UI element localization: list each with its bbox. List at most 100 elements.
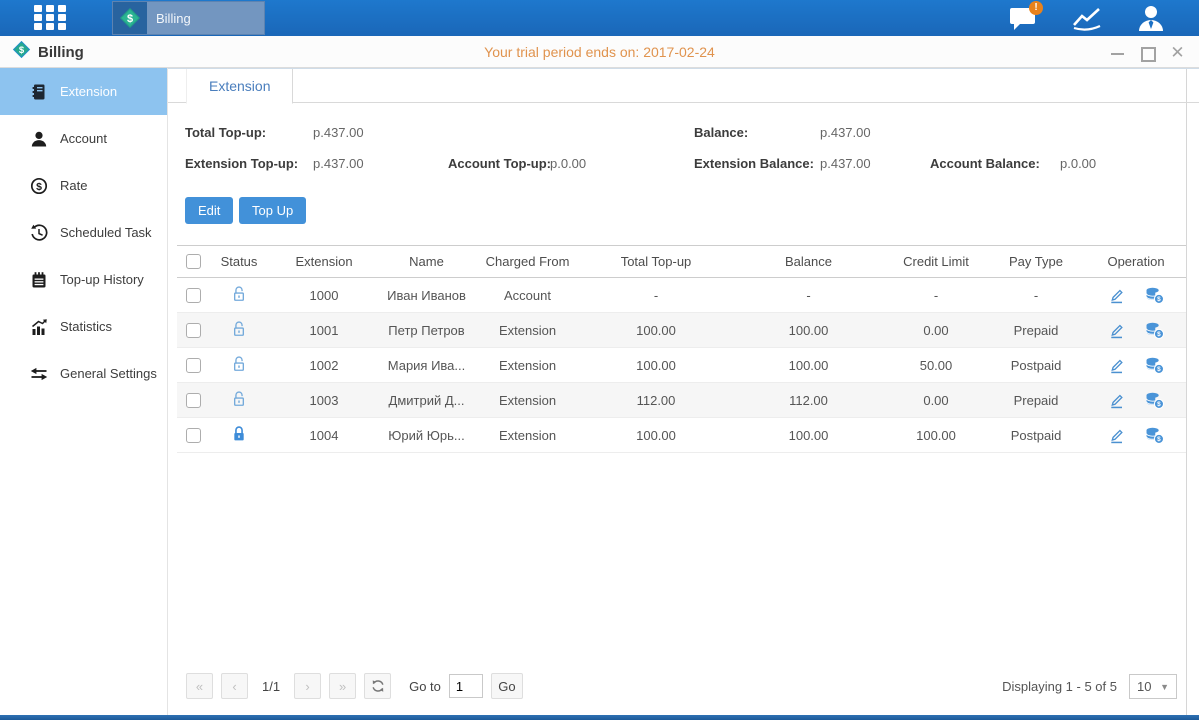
- sidebar-item-statistics[interactable]: Statistics: [0, 303, 167, 350]
- go-button[interactable]: Go: [491, 673, 523, 699]
- page-size-dropdown[interactable]: 10 ▼: [1129, 674, 1177, 699]
- credit-limit-cell: 100.00: [886, 428, 986, 443]
- balance-value: p.437.00: [820, 125, 871, 140]
- extension-topup-label: Extension Top-up:: [185, 156, 298, 171]
- topup-row-icon[interactable]: $: [1144, 321, 1165, 340]
- table-row[interactable]: 1000 Иван Иванов Account - - - - $: [177, 278, 1186, 313]
- sidebar-item-topup-history[interactable]: Top-up History: [0, 256, 167, 303]
- edit-button[interactable]: Edit: [185, 197, 233, 224]
- edit-row-icon[interactable]: [1107, 286, 1126, 305]
- table-row[interactable]: 1003 Дмитрий Д... Extension 112.00 112.0…: [177, 383, 1186, 418]
- total-topup-cell: -: [581, 288, 731, 303]
- sidebar-item-label: Extension: [60, 84, 117, 99]
- tab-strip: Extension: [168, 68, 1199, 103]
- topup-button[interactable]: Top Up: [239, 197, 306, 224]
- sidebar: Extension Account $ Rate Scheduled T: [0, 68, 168, 715]
- row-checkbox[interactable]: [186, 323, 201, 338]
- goto-label: Go to: [409, 679, 441, 694]
- table-row[interactable]: 1004 Юрий Юрь... Extension 100.00 100.00…: [177, 418, 1186, 453]
- status-cell: [209, 389, 269, 411]
- tab-extension-label: Extension: [209, 78, 270, 94]
- pay-type-cell: Prepaid: [986, 393, 1086, 408]
- sidebar-item-extension[interactable]: Extension: [0, 68, 167, 115]
- col-balance: Balance: [731, 254, 886, 269]
- refresh-button[interactable]: [364, 673, 391, 699]
- sidebar-item-label: Scheduled Task: [60, 225, 152, 240]
- row-checkbox[interactable]: [186, 393, 201, 408]
- prev-page-button[interactable]: ‹: [221, 673, 248, 699]
- status-cell: [209, 424, 269, 446]
- col-charged-from: Charged From: [474, 254, 581, 269]
- status-unlocked-icon: [230, 284, 248, 303]
- charged-from-cell: Extension: [474, 358, 581, 373]
- maximize-button[interactable]: [1140, 45, 1155, 60]
- extension-cell: 1002: [269, 358, 379, 373]
- credit-limit-cell: -: [886, 288, 986, 303]
- goto-page-input[interactable]: [449, 674, 483, 698]
- sidebar-item-rate[interactable]: $ Rate: [0, 162, 167, 209]
- table-row[interactable]: 1001 Петр Петров Extension 100.00 100.00…: [177, 313, 1186, 348]
- first-page-button[interactable]: «: [186, 673, 213, 699]
- svg-text:$: $: [1157, 366, 1161, 373]
- operation-cell: $: [1086, 356, 1186, 375]
- chevron-down-icon: ▼: [1160, 682, 1169, 692]
- topup-row-icon[interactable]: $: [1144, 391, 1165, 410]
- topup-row-icon[interactable]: $: [1144, 356, 1165, 375]
- col-total-topup: Total Top-up: [581, 254, 731, 269]
- monitor-chart-icon[interactable]: [1069, 3, 1105, 33]
- displaying-count: Displaying 1 - 5 of 5: [1002, 679, 1117, 694]
- table-row[interactable]: 1002 Мария Ива... Extension 100.00 100.0…: [177, 348, 1186, 383]
- user-account-icon[interactable]: [1133, 3, 1169, 33]
- sidebar-item-scheduled-task[interactable]: Scheduled Task: [0, 209, 167, 256]
- main-content: Extension Total Top-up: p.437.00 Balance…: [168, 68, 1199, 715]
- minimize-button[interactable]: [1110, 45, 1125, 60]
- general-settings-arrows-icon: [30, 365, 48, 383]
- next-page-button[interactable]: ›: [294, 673, 321, 699]
- balance-cell: 100.00: [731, 428, 886, 443]
- balance-cell: 112.00: [731, 393, 886, 408]
- chat-icon[interactable]: !: [1005, 3, 1041, 33]
- svg-text:$: $: [1157, 436, 1161, 443]
- row-checkbox[interactable]: [186, 428, 201, 443]
- row-checkbox[interactable]: [186, 288, 201, 303]
- status-cell: [209, 354, 269, 376]
- topup-row-icon[interactable]: $: [1144, 286, 1165, 305]
- col-credit-limit: Credit Limit: [886, 254, 986, 269]
- status-unlocked-icon: [230, 389, 248, 408]
- name-cell: Иван Иванов: [379, 288, 474, 303]
- table-body: 1000 Иван Иванов Account - - - - $: [177, 278, 1186, 453]
- topbar-app-tab-billing[interactable]: $ Billing: [112, 1, 265, 35]
- sidebar-item-label: Rate: [60, 178, 87, 193]
- col-operation: Operation: [1086, 254, 1186, 269]
- scheduled-task-clock-icon: [30, 224, 48, 242]
- taskbar-strip: [0, 715, 1199, 720]
- sidebar-item-account[interactable]: Account: [0, 115, 167, 162]
- pay-type-cell: Postpaid: [986, 358, 1086, 373]
- operation-cell: $: [1086, 321, 1186, 340]
- edit-row-icon[interactable]: [1107, 391, 1126, 410]
- topup-row-icon[interactable]: $: [1144, 426, 1165, 445]
- extension-table: Status Extension Name Charged From Total…: [177, 245, 1186, 453]
- row-checkbox[interactable]: [186, 358, 201, 373]
- close-button[interactable]: ✕: [1170, 45, 1185, 60]
- edit-row-icon[interactable]: [1107, 426, 1126, 445]
- extension-cell: 1000: [269, 288, 379, 303]
- pay-type-cell: -: [986, 288, 1086, 303]
- edit-row-icon[interactable]: [1107, 356, 1126, 375]
- account-balance-value: p.0.00: [1060, 156, 1096, 171]
- tab-extension[interactable]: Extension: [186, 69, 293, 104]
- edit-row-icon[interactable]: [1107, 321, 1126, 340]
- charged-from-cell: Extension: [474, 323, 581, 338]
- page-size-value: 10: [1137, 679, 1151, 694]
- status-locked-icon: [230, 424, 248, 443]
- pay-type-cell: Postpaid: [986, 428, 1086, 443]
- svg-text:$: $: [36, 181, 42, 193]
- sidebar-item-general-settings[interactable]: General Settings: [0, 350, 167, 397]
- last-page-button[interactable]: »: [329, 673, 356, 699]
- app-launcher-grid-icon[interactable]: [34, 5, 68, 31]
- account-topup-value: p.0.00: [550, 156, 586, 171]
- charged-from-cell: Extension: [474, 393, 581, 408]
- select-all-checkbox[interactable]: [186, 254, 201, 269]
- credit-limit-cell: 50.00: [886, 358, 986, 373]
- charged-from-cell: Extension: [474, 428, 581, 443]
